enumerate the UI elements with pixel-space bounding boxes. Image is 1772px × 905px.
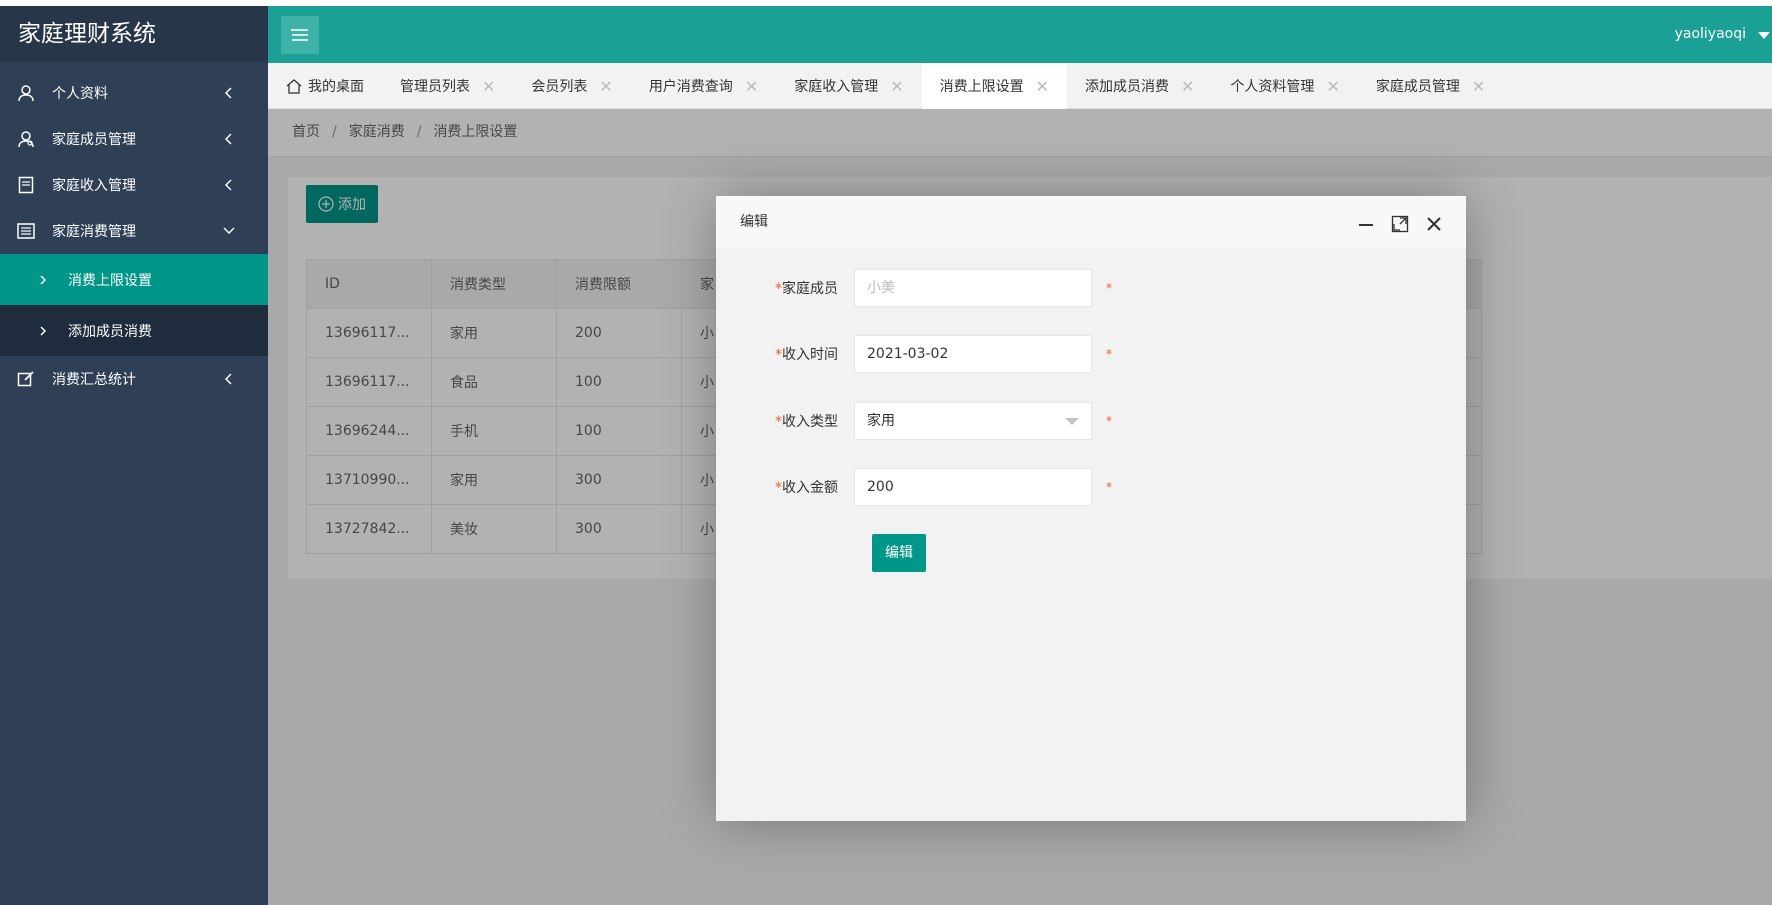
- chevron-left-icon: [224, 133, 232, 145]
- tab-member-list[interactable]: 会员列表 ✕: [513, 63, 630, 109]
- sidebar-item-label: 家庭收入管理: [52, 178, 136, 194]
- user-menu[interactable]: yaoliyaoqi: [1675, 6, 1746, 63]
- required-marker: *: [1106, 347, 1112, 361]
- sidebar: 家庭理财系统 个人资料 家庭成员管理 家庭收入管理 家庭消费管理 消费上限设置 …: [0, 6, 268, 905]
- user-icon: [16, 83, 36, 103]
- caret-down-icon: [1065, 418, 1079, 425]
- income-type-select[interactable]: 家用: [854, 402, 1092, 440]
- dialog-controls: [1356, 214, 1444, 234]
- users-icon: [16, 129, 36, 149]
- sidebar-item-family-income[interactable]: 家庭收入管理: [0, 162, 268, 208]
- close-icon[interactable]: ✕: [745, 77, 758, 96]
- tab-add-member-expense[interactable]: 添加成员消费 ✕: [1067, 63, 1212, 109]
- tab-desktop[interactable]: 我的桌面: [268, 63, 382, 109]
- submit-edit-button[interactable]: 编辑: [872, 534, 926, 572]
- required-marker: *: [1106, 480, 1112, 494]
- sidebar-item-label: 家庭消费管理: [52, 224, 136, 240]
- menu-toggle-button[interactable]: [281, 16, 319, 54]
- close-icon[interactable]: ✕: [482, 77, 495, 96]
- top-header: yaoliyaoqi: [268, 6, 1772, 63]
- chevron-left-icon: [224, 373, 232, 385]
- dialog-title: 编辑: [716, 196, 1466, 249]
- chevron-right-icon: [40, 274, 47, 285]
- close-icon[interactable]: ✕: [890, 77, 903, 96]
- caret-down-icon: [1758, 32, 1770, 39]
- income-amount-field[interactable]: 200: [854, 468, 1092, 506]
- tab-label: 添加成员消费: [1085, 79, 1170, 95]
- home-icon: [286, 78, 302, 94]
- form-row-income-amount: *收入金额 200 *: [716, 468, 1112, 506]
- edit-icon: [16, 369, 36, 389]
- chevron-down-icon: [223, 227, 235, 235]
- sidebar-item-expense-summary[interactable]: 消费汇总统计: [0, 356, 268, 402]
- income-date-field[interactable]: 2021-03-02: [854, 335, 1092, 373]
- tab-family-members[interactable]: 家庭成员管理 ✕: [1358, 63, 1503, 109]
- tab-label: 用户消费查询: [648, 79, 733, 95]
- document-icon: [16, 175, 36, 195]
- tab-label: 个人资料管理: [1230, 79, 1315, 95]
- tab-label: 我的桌面: [308, 79, 364, 95]
- edit-dialog: 编辑 *家庭成员 小美 * *收入时间 2021-03-02 * *收入类型 家…: [716, 196, 1466, 821]
- required-marker: *: [1106, 281, 1112, 295]
- close-icon[interactable]: ✕: [1036, 77, 1049, 96]
- app-logo: 家庭理财系统: [0, 6, 268, 62]
- form-row-income-date: *收入时间 2021-03-02 *: [716, 335, 1112, 373]
- field-label: *收入时间: [775, 347, 838, 363]
- maximize-icon[interactable]: [1390, 214, 1410, 234]
- minimize-icon[interactable]: [1356, 214, 1376, 234]
- sidebar-subitem-label: 消费上限设置: [68, 272, 152, 289]
- sidebar-item-family-expense[interactable]: 家庭消费管理: [0, 208, 268, 254]
- list-icon: [16, 221, 36, 241]
- tab-family-income[interactable]: 家庭收入管理 ✕: [776, 63, 921, 109]
- sidebar-nav: 个人资料 家庭成员管理 家庭收入管理 家庭消费管理 消费上限设置 添加成员消费 …: [0, 70, 268, 402]
- chevron-left-icon: [224, 87, 232, 99]
- form-row-family-member: *家庭成员 小美 *: [716, 269, 1112, 307]
- sidebar-item-profile[interactable]: 个人资料: [0, 70, 268, 116]
- sidebar-item-label: 个人资料: [52, 86, 108, 102]
- tab-label: 消费上限设置: [939, 79, 1024, 95]
- hamburger-icon: [291, 29, 308, 41]
- close-icon[interactable]: ✕: [599, 77, 612, 96]
- chevron-right-icon: [40, 325, 47, 336]
- sidebar-subitem-add-member-expense[interactable]: 添加成员消费: [0, 305, 268, 356]
- sidebar-subitem-label: 添加成员消费: [68, 323, 152, 340]
- field-label: *家庭成员: [775, 281, 838, 297]
- tab-expense-limit[interactable]: 消费上限设置 ✕: [921, 63, 1068, 109]
- tab-user-expense-query[interactable]: 用户消费查询 ✕: [631, 63, 776, 109]
- required-marker: *: [1106, 414, 1112, 428]
- close-icon[interactable]: [1424, 214, 1444, 234]
- tab-label: 家庭成员管理: [1375, 79, 1460, 95]
- family-member-field[interactable]: 小美: [854, 269, 1092, 307]
- close-icon[interactable]: ✕: [1472, 77, 1485, 96]
- close-icon[interactable]: ✕: [1181, 77, 1194, 96]
- field-label: *收入金额: [775, 480, 838, 496]
- tab-label: 会员列表: [531, 79, 588, 95]
- form-row-income-type: *收入类型 家用 *: [716, 402, 1112, 440]
- sidebar-item-label: 家庭成员管理: [52, 132, 136, 148]
- tab-bar: 我的桌面 管理员列表 ✕ 会员列表 ✕ 用户消费查询 ✕ 家庭收入管理 ✕ 消费…: [268, 63, 1772, 109]
- user-name: yaoliyaoqi: [1674, 26, 1746, 42]
- sidebar-item-family-members[interactable]: 家庭成员管理: [0, 116, 268, 162]
- sidebar-subitem-expense-limit[interactable]: 消费上限设置: [0, 254, 268, 305]
- close-icon[interactable]: ✕: [1326, 77, 1339, 96]
- tab-profile-management[interactable]: 个人资料管理 ✕: [1212, 63, 1357, 109]
- chevron-left-icon: [224, 179, 232, 191]
- tab-label: 管理员列表: [400, 79, 470, 95]
- field-label: *收入类型: [775, 414, 838, 430]
- tab-label: 家庭收入管理: [794, 79, 879, 95]
- sidebar-item-label: 消费汇总统计: [52, 372, 136, 388]
- tab-admin-list[interactable]: 管理员列表 ✕: [382, 63, 513, 109]
